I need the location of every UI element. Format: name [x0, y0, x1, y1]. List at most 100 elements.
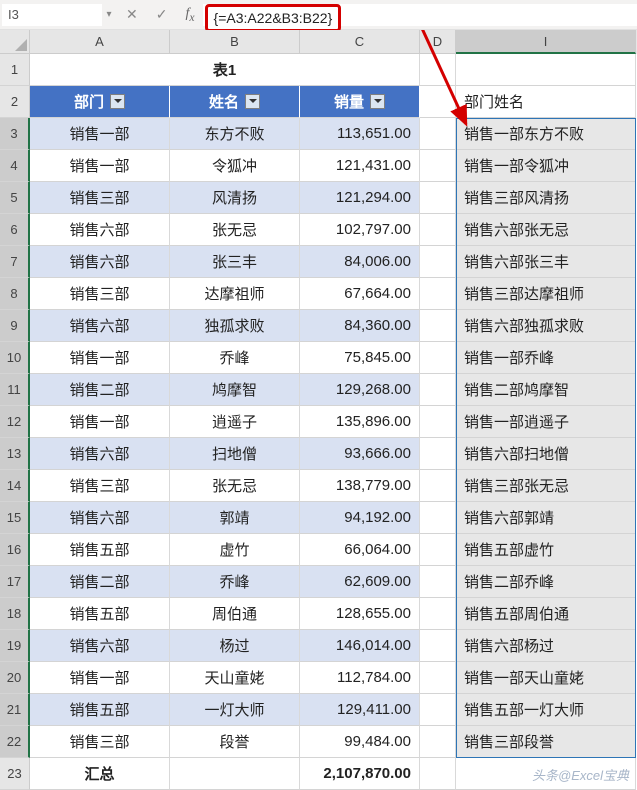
- col-header-I[interactable]: I: [456, 30, 636, 54]
- row-header[interactable]: 15: [0, 502, 30, 534]
- table-title[interactable]: 表1: [30, 54, 420, 86]
- cell[interactable]: [420, 278, 456, 310]
- row-header[interactable]: 8: [0, 278, 30, 310]
- cell-concat[interactable]: 销售三部风清扬: [456, 182, 636, 214]
- cell-name[interactable]: 段誉: [170, 726, 300, 758]
- row-header[interactable]: 19: [0, 630, 30, 662]
- cell-concat[interactable]: 销售六部独孤求败: [456, 310, 636, 342]
- cell-dept[interactable]: 销售六部: [30, 214, 170, 246]
- row-header[interactable]: 21: [0, 694, 30, 726]
- cell-dept[interactable]: 销售一部: [30, 150, 170, 182]
- cell-concat[interactable]: 销售二部乔峰: [456, 566, 636, 598]
- filter-icon[interactable]: [370, 94, 385, 109]
- col-header-D[interactable]: D: [420, 30, 456, 54]
- row-header[interactable]: 11: [0, 374, 30, 406]
- col-sales-header[interactable]: 销量: [300, 86, 420, 118]
- cell-sales[interactable]: 112,784.00: [300, 662, 420, 694]
- cell-name[interactable]: 扫地僧: [170, 438, 300, 470]
- cell[interactable]: [420, 566, 456, 598]
- row-header[interactable]: 18: [0, 598, 30, 630]
- row-header[interactable]: 13: [0, 438, 30, 470]
- row-header[interactable]: 20: [0, 662, 30, 694]
- cell-dept[interactable]: 销售三部: [30, 278, 170, 310]
- cell-concat[interactable]: 销售六部扫地僧: [456, 438, 636, 470]
- row-header[interactable]: 23: [0, 758, 30, 790]
- cell-dept[interactable]: 销售六部: [30, 630, 170, 662]
- cell-dept[interactable]: 销售五部: [30, 694, 170, 726]
- cell-sales[interactable]: 113,651.00: [300, 118, 420, 150]
- cell[interactable]: [420, 598, 456, 630]
- cell-name[interactable]: 乔峰: [170, 566, 300, 598]
- cell-dept[interactable]: 销售六部: [30, 246, 170, 278]
- cell-sales[interactable]: 129,411.00: [300, 694, 420, 726]
- row-header[interactable]: 3: [0, 118, 30, 150]
- cell-concat[interactable]: 销售六部郭靖: [456, 502, 636, 534]
- cell-name[interactable]: 郭靖: [170, 502, 300, 534]
- cell-concat[interactable]: 销售一部乔峰: [456, 342, 636, 374]
- cell-name[interactable]: 乔峰: [170, 342, 300, 374]
- cell-concat[interactable]: 销售五部虚竹: [456, 534, 636, 566]
- select-all-button[interactable]: [0, 30, 30, 54]
- cell-concat[interactable]: 销售五部周伯通: [456, 598, 636, 630]
- cell-dept[interactable]: 销售三部: [30, 470, 170, 502]
- cell-dept[interactable]: 销售一部: [30, 118, 170, 150]
- cell-name[interactable]: 风清扬: [170, 182, 300, 214]
- col-header-C[interactable]: C: [300, 30, 420, 54]
- cell-sales[interactable]: 66,064.00: [300, 534, 420, 566]
- total-label[interactable]: 汇总: [30, 758, 170, 790]
- row-header[interactable]: 10: [0, 342, 30, 374]
- cell-name[interactable]: 张无忌: [170, 214, 300, 246]
- cell-sales[interactable]: 138,779.00: [300, 470, 420, 502]
- cell-dept[interactable]: 销售三部: [30, 726, 170, 758]
- cell-sales[interactable]: 67,664.00: [300, 278, 420, 310]
- cell-name[interactable]: 一灯大师: [170, 694, 300, 726]
- cell[interactable]: [420, 118, 456, 150]
- cell-dept[interactable]: 销售六部: [30, 310, 170, 342]
- cell[interactable]: [420, 342, 456, 374]
- cell[interactable]: [420, 534, 456, 566]
- cell-sales[interactable]: 84,006.00: [300, 246, 420, 278]
- cell-concat[interactable]: 销售三部段誉: [456, 726, 636, 758]
- cell-dept[interactable]: 销售一部: [30, 662, 170, 694]
- cell[interactable]: [420, 246, 456, 278]
- row-header[interactable]: 1: [0, 54, 30, 86]
- cell[interactable]: [420, 438, 456, 470]
- cell[interactable]: [420, 214, 456, 246]
- cell-concat[interactable]: 销售六部张无忌: [456, 214, 636, 246]
- cell-sales[interactable]: 62,609.00: [300, 566, 420, 598]
- row-header[interactable]: 5: [0, 182, 30, 214]
- cell-name[interactable]: 独孤求败: [170, 310, 300, 342]
- cell-dept[interactable]: 销售三部: [30, 182, 170, 214]
- filter-icon[interactable]: [245, 94, 260, 109]
- cell-sales[interactable]: 128,655.00: [300, 598, 420, 630]
- cell-sales[interactable]: 93,666.00: [300, 438, 420, 470]
- cell[interactable]: [420, 150, 456, 182]
- cell[interactable]: [420, 310, 456, 342]
- cell-sales[interactable]: 121,294.00: [300, 182, 420, 214]
- cell[interactable]: [420, 54, 456, 86]
- cell[interactable]: [420, 758, 456, 790]
- cell-name[interactable]: 令狐冲: [170, 150, 300, 182]
- cell-name[interactable]: 张三丰: [170, 246, 300, 278]
- cell-concat[interactable]: 销售五部一灯大师: [456, 694, 636, 726]
- row-header[interactable]: 2: [0, 86, 30, 118]
- col-name-header[interactable]: 姓名: [170, 86, 300, 118]
- cell-dept[interactable]: 销售一部: [30, 406, 170, 438]
- row-header[interactable]: 4: [0, 150, 30, 182]
- cell-sales[interactable]: 121,431.00: [300, 150, 420, 182]
- cell-concat[interactable]: 销售一部天山童姥: [456, 662, 636, 694]
- cell-sales[interactable]: 94,192.00: [300, 502, 420, 534]
- cell-name[interactable]: 天山童姥: [170, 662, 300, 694]
- cell-dept[interactable]: 销售一部: [30, 342, 170, 374]
- concat-header[interactable]: 部门姓名: [456, 86, 636, 118]
- cell-name[interactable]: 虚竹: [170, 534, 300, 566]
- cell[interactable]: [456, 54, 636, 86]
- cell[interactable]: [420, 182, 456, 214]
- cell-concat[interactable]: 销售一部东方不败: [456, 118, 636, 150]
- cancel-icon[interactable]: ✕: [126, 6, 138, 23]
- cell[interactable]: [420, 630, 456, 662]
- cell-name[interactable]: 张无忌: [170, 470, 300, 502]
- row-header[interactable]: 12: [0, 406, 30, 438]
- col-header-A[interactable]: A: [30, 30, 170, 54]
- cell-concat[interactable]: 销售三部张无忌: [456, 470, 636, 502]
